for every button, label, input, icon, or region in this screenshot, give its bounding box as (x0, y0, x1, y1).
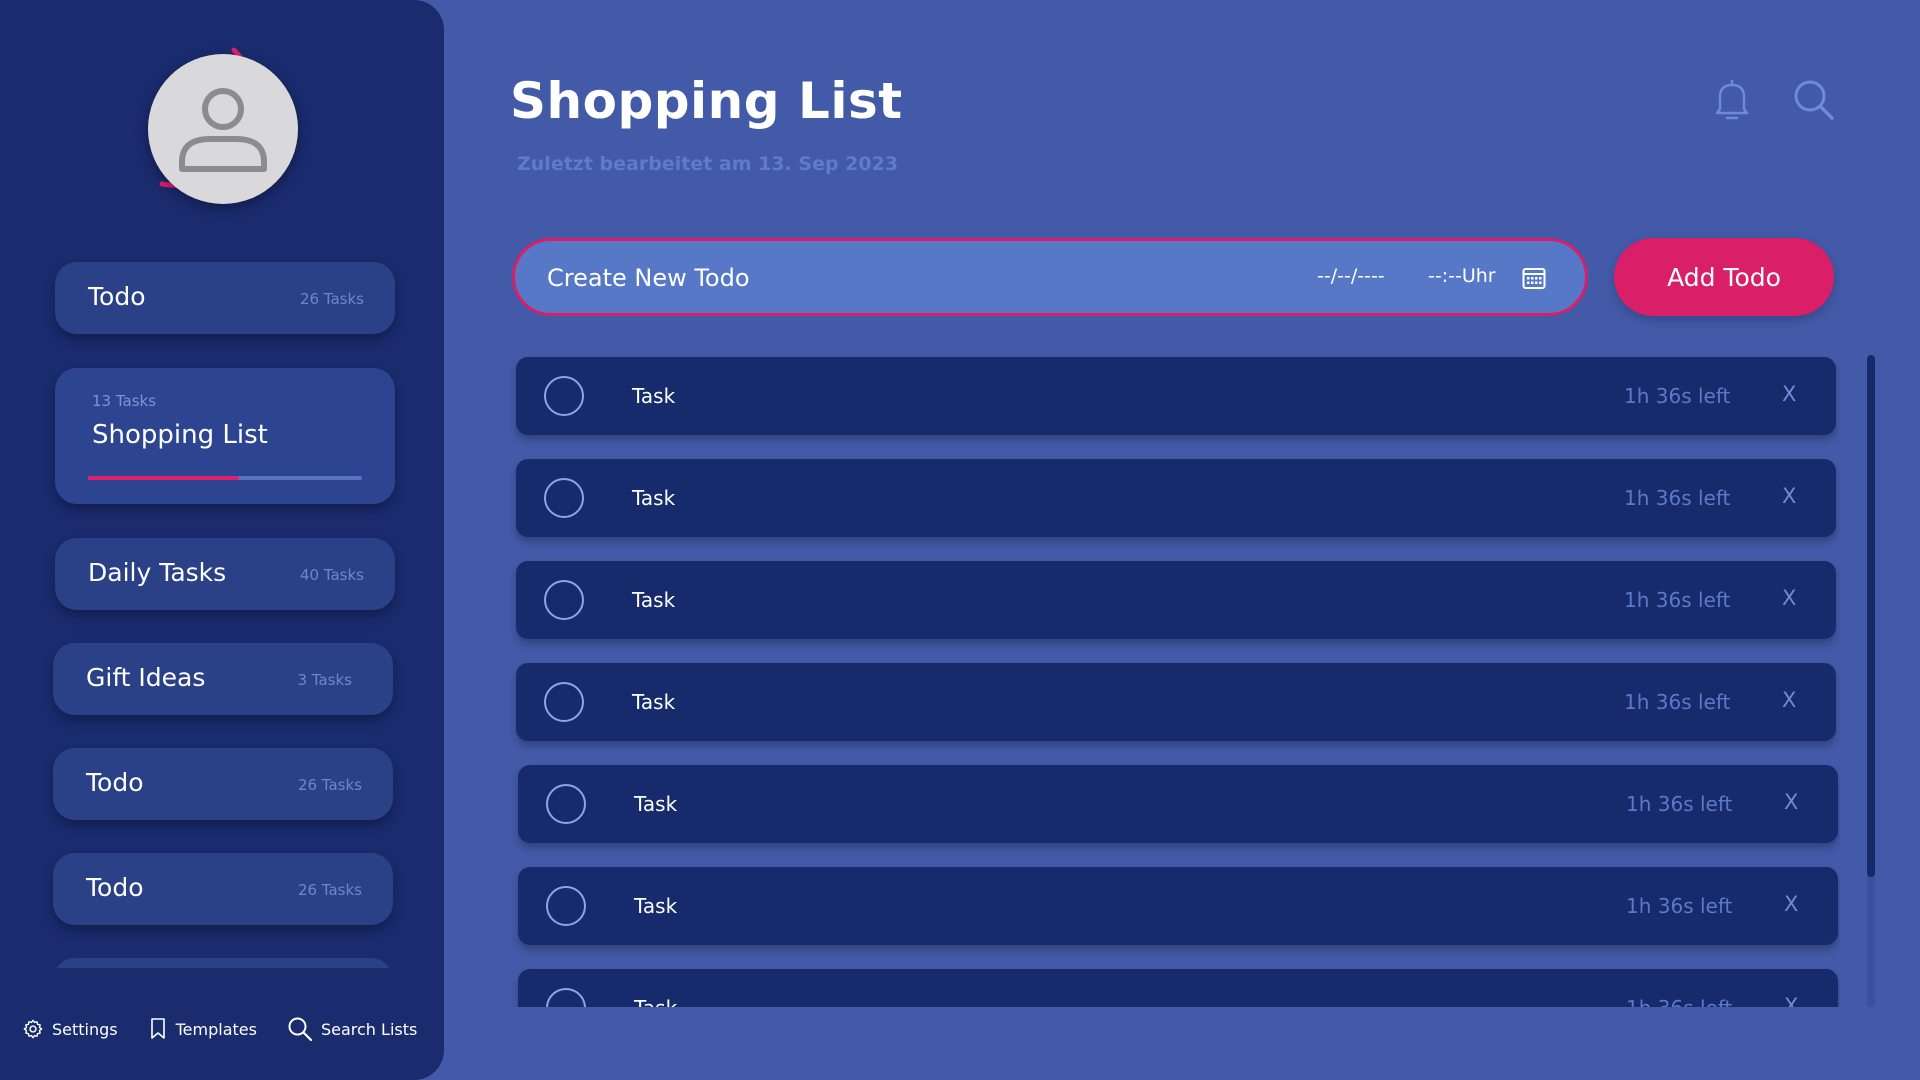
list-task-count: 3 Tasks (297, 671, 353, 689)
delete-task-button[interactable]: X (1782, 484, 1796, 508)
list-title: Todo (86, 768, 144, 797)
list-title: Todo (86, 873, 144, 902)
calendar-picker-button[interactable] (1521, 265, 1547, 295)
task-row[interactable]: Task 1h 36s left X (516, 663, 1836, 741)
task-label: Task (632, 690, 676, 714)
list-title: Daily Tasks (88, 558, 227, 587)
task-row[interactable]: Task 1h 36s left X (518, 765, 1838, 843)
task-time-left: 1h 36s left (1624, 690, 1731, 714)
due-date-field[interactable]: --/--/---- (1317, 265, 1385, 287)
task-checkbox[interactable] (544, 682, 584, 722)
task-checkbox[interactable] (546, 886, 586, 926)
list-task-count: 26 Tasks (299, 290, 364, 308)
list-title: Todo (88, 282, 146, 311)
delete-task-button[interactable]: X (1784, 994, 1798, 1007)
task-row[interactable]: Task 1h 36s left X (516, 561, 1836, 639)
gear-icon (23, 1019, 43, 1039)
sidebar-footer: Settings Templates Search Lists (22, 1016, 417, 1042)
templates-label: Templates (175, 1019, 257, 1039)
list-task-count: 26 Tasks (297, 881, 362, 899)
sidebar-list-gift-ideas[interactable]: Gift Ideas 3 Tasks (53, 643, 393, 715)
delete-task-button[interactable]: X (1782, 382, 1796, 406)
search-lists-button[interactable]: Search Lists (287, 1016, 417, 1042)
task-row[interactable]: Task 1h 36s left X (518, 969, 1838, 1007)
task-checkbox[interactable] (544, 478, 584, 518)
sidebar-list-todo[interactable]: Todo 26 Tasks (55, 262, 395, 334)
sidebar-list-todo[interactable]: Todo 26 Tasks (53, 853, 393, 925)
task-time-left: 1h 36s left (1624, 486, 1731, 510)
task-label: Task (634, 996, 677, 1007)
list-progress-fill (88, 476, 239, 480)
user-avatar-icon (179, 88, 267, 172)
scrollbar-thumb[interactable] (1867, 355, 1875, 877)
bell-icon (1715, 79, 1749, 120)
list-title: Shopping List (92, 420, 268, 450)
task-checkbox[interactable] (544, 580, 584, 620)
delete-task-button[interactable]: X (1784, 892, 1798, 916)
templates-button[interactable]: Templates (148, 1017, 257, 1041)
sidebar-list-daily-tasks[interactable]: Daily Tasks 40 Tasks (55, 538, 395, 610)
search-icon (288, 1017, 313, 1042)
task-time-left: 1h 36s left (1626, 894, 1733, 918)
list-progress-bar (88, 476, 362, 480)
sidebar-list-shopping-list[interactable]: 13 Tasks Shopping List (55, 368, 395, 504)
new-todo-input[interactable] (547, 259, 1247, 297)
calendar-icon (1522, 268, 1546, 289)
task-checkbox[interactable] (544, 376, 584, 416)
task-list-scrollbar[interactable] (1867, 355, 1875, 1007)
task-label: Task (632, 588, 676, 612)
task-time-left: 1h 36s left (1626, 792, 1733, 816)
delete-task-button[interactable]: X (1782, 688, 1796, 712)
task-time-left: 1h 36s left (1624, 384, 1731, 408)
search-icon (1794, 80, 1834, 120)
search-lists-label: Search Lists (320, 1019, 418, 1039)
delete-task-button[interactable]: X (1782, 586, 1796, 610)
task-row[interactable]: Task 1h 36s left X (518, 867, 1838, 945)
bookmark-icon (150, 1018, 165, 1039)
task-label: Task (634, 792, 678, 816)
avatar (148, 54, 298, 204)
settings-label: Settings (52, 1019, 118, 1039)
task-row[interactable]: Task 1h 36s left X (516, 357, 1836, 435)
notifications-button[interactable] (1712, 78, 1752, 126)
create-todo-bar: --/--/---- --:--Uhr (512, 238, 1588, 316)
task-label: Task (632, 486, 676, 510)
task-time-left: 1h 36s left (1624, 588, 1731, 612)
task-row[interactable]: Task 1h 36s left X (516, 459, 1836, 537)
task-list: Task 1h 36s left X Task 1h 36s left X Ta… (510, 355, 1840, 1007)
task-checkbox[interactable] (546, 988, 586, 1007)
task-label: Task (632, 384, 676, 408)
sidebar-list-partial (53, 958, 393, 968)
profile-avatar[interactable] (144, 44, 310, 214)
settings-button[interactable]: Settings (22, 1018, 118, 1040)
task-label: Task (634, 894, 678, 918)
list-task-count: 40 Tasks (299, 566, 364, 584)
list-task-count: 13 Tasks (92, 392, 157, 410)
task-time-left: 1h 36s left (1626, 996, 1732, 1007)
page-title: Shopping List (510, 72, 903, 130)
sidebar-list-todo[interactable]: Todo 26 Tasks (53, 748, 393, 820)
list-title: Gift Ideas (86, 663, 206, 692)
delete-task-button[interactable]: X (1784, 790, 1798, 814)
sidebar: Todo 26 Tasks 13 Tasks Shopping List Dai… (0, 0, 444, 1080)
list-task-count: 26 Tasks (297, 776, 362, 794)
last-edited-text: Zuletzt bearbeitet am 13. Sep 2023 (517, 153, 899, 175)
due-time-field[interactable]: --:--Uhr (1428, 265, 1496, 287)
task-checkbox[interactable] (546, 784, 586, 824)
add-todo-button[interactable]: Add Todo (1614, 238, 1834, 316)
search-button[interactable] (1792, 78, 1836, 126)
